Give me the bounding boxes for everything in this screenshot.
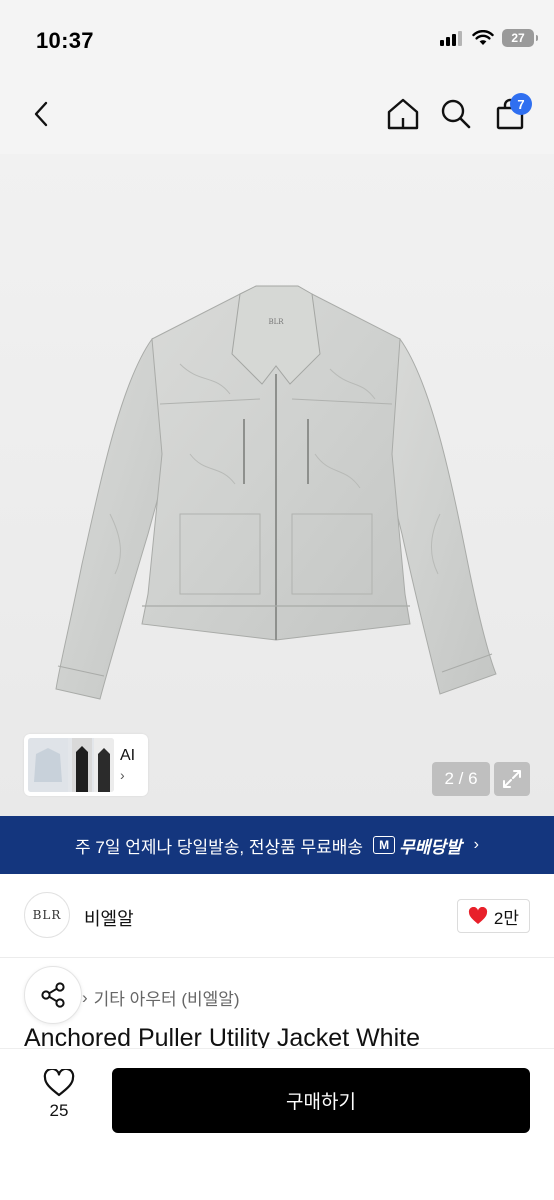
- status-icons: 27: [440, 29, 538, 47]
- expand-icon: [503, 770, 521, 788]
- store-row: BLR 비엘알 2만: [0, 874, 554, 958]
- breadcrumb-category[interactable]: › 기타 아우터 (비엘알): [82, 985, 240, 1010]
- promo-logo-text: 무배당발: [399, 837, 462, 857]
- store-name[interactable]: 비엘알: [84, 905, 134, 931]
- chevron-right-icon: ›: [120, 767, 125, 783]
- search-button[interactable]: [434, 92, 478, 136]
- home-icon: [387, 98, 419, 130]
- thumbnail-image: [28, 738, 114, 792]
- store-like-button[interactable]: 2만: [456, 899, 530, 933]
- heart-icon: [468, 907, 487, 924]
- category-label: 기타 아우터 (비엘알): [93, 990, 240, 1009]
- jacket-label: BLR: [268, 318, 284, 326]
- thumbnail-label: AI: [120, 747, 136, 764]
- wifi-icon: [472, 30, 494, 45]
- search-icon: [441, 99, 471, 129]
- status-time: 10:37: [36, 28, 94, 53]
- status-bar: 10:37 27: [0, 0, 554, 74]
- top-nav-bar: 7: [0, 74, 554, 154]
- promo-text: 주 7일 언제나 당일발송, 전상품 무료배송: [75, 837, 364, 857]
- battery-icon: 27: [502, 29, 538, 47]
- promo-logo-mark: M: [373, 836, 396, 854]
- cart-count-badge: 7: [510, 93, 532, 115]
- share-button[interactable]: [24, 966, 82, 1024]
- cellular-signal-icon: [440, 31, 462, 46]
- related-look-thumbnail[interactable]: AI ›: [24, 734, 148, 796]
- product-title: Anchored Puller Utility Jacket White: [24, 1024, 420, 1048]
- store-logo[interactable]: BLR: [24, 892, 70, 938]
- wishlist-count: 25: [49, 1101, 69, 1120]
- chevron-right-icon: ›: [82, 987, 88, 1007]
- bottom-action-bar: 25 구매하기: [0, 1048, 554, 1200]
- store-like-count: 2만: [493, 908, 519, 928]
- heart-outline-icon: [43, 1069, 75, 1097]
- home-button[interactable]: [381, 92, 425, 136]
- wishlist-button[interactable]: 25: [30, 1069, 88, 1129]
- product-image-gallery[interactable]: BLR AI › 2 / 6: [0, 154, 554, 816]
- buy-button[interactable]: 구매하기: [112, 1068, 530, 1133]
- battery-level: 27: [511, 31, 525, 45]
- share-icon: [41, 982, 65, 1008]
- free-shipping-promo-banner[interactable]: 주 7일 언제나 당일발송, 전상품 무료배송 M 무배당발 ›: [0, 816, 554, 874]
- cart-button[interactable]: 7: [488, 92, 532, 136]
- product-photo-jacket: BLR: [55, 285, 497, 700]
- back-chevron-icon: [34, 101, 48, 127]
- promo-logo: M 무배당발: [373, 833, 462, 858]
- chevron-right-icon: ›: [473, 836, 479, 853]
- image-page-indicator: 2 / 6: [432, 762, 490, 796]
- expand-image-button[interactable]: [494, 762, 530, 796]
- back-button[interactable]: [20, 92, 64, 136]
